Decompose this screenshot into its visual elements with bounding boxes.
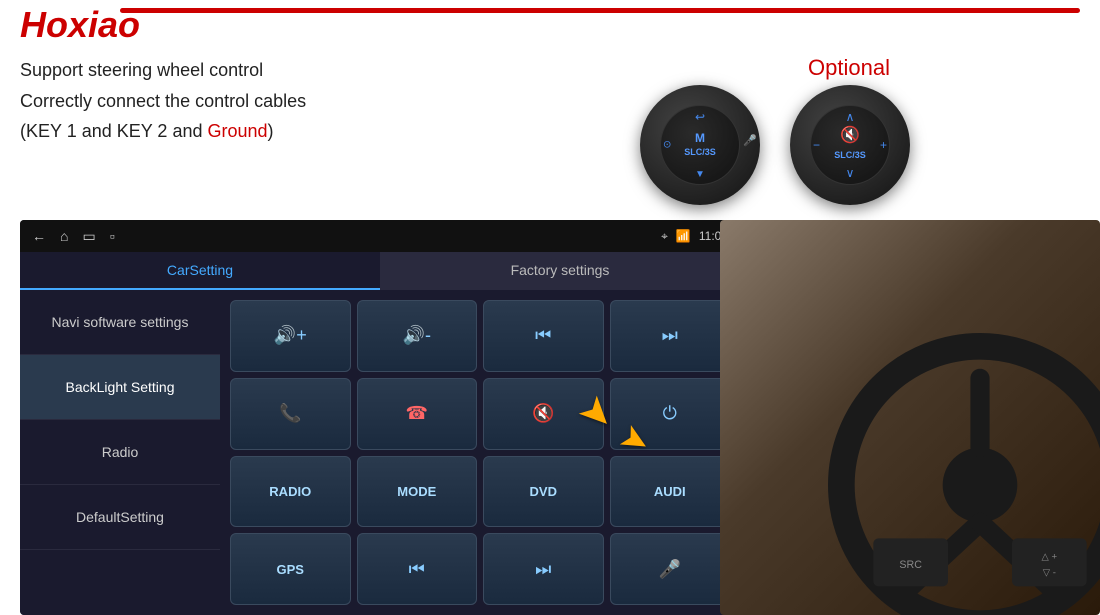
status-right: ⌖ 📶 11:07	[661, 229, 728, 244]
desc-line2: Correctly connect the control cables	[20, 86, 306, 117]
desc-line3-highlight: Ground	[207, 121, 267, 141]
steering-wheel-bg: SRC △ + ▽ -	[720, 220, 1100, 615]
hangup-btn[interactable]: ☎	[357, 378, 478, 450]
desc-line3: (KEY 1 and KEY 2 and Ground)	[20, 116, 306, 147]
svg-text:SRC: SRC	[899, 559, 922, 571]
call-btn[interactable]: 📞	[230, 378, 351, 450]
settings-item-default[interactable]: DefaultSetting	[20, 485, 220, 550]
optional-label: Optional	[808, 55, 890, 81]
ff-btn[interactable]: ⏭	[483, 533, 604, 605]
right-btn-right-icon: +	[880, 138, 887, 152]
right-btn-top-icon: ∧	[846, 110, 855, 124]
controls-grid: 🔊+ 🔊- ⏮ ⏭ 📞 ☎ 🔇 ⏻ RADIO MODE DVD AUDI GP…	[220, 290, 740, 615]
svg-text:▽ -: ▽ -	[1043, 568, 1056, 579]
left-btn-left-icon: ⊙	[663, 140, 671, 151]
menu-icon[interactable]: ▫	[110, 228, 115, 244]
desc-line3-post: )	[268, 121, 274, 141]
next-btn[interactable]: ⏭	[610, 300, 731, 372]
top-bar	[120, 8, 1080, 13]
description-block: Support steering wheel control Correctly…	[20, 55, 306, 147]
car-tabs: CarSetting Factory settings	[20, 252, 740, 290]
right-btn-bottom-icon: ∨	[846, 166, 855, 180]
vol-up-btn[interactable]: 🔊+	[230, 300, 351, 372]
steering-btn-right: ∧ 🔇SLC/3S ∨ − +	[790, 85, 910, 205]
gps-btn[interactable]: GPS	[230, 533, 351, 605]
rew-btn[interactable]: ⏮	[357, 533, 478, 605]
vol-down-btn[interactable]: 🔊-	[357, 300, 478, 372]
svg-text:△ +: △ +	[1042, 552, 1058, 563]
right-btn-center: 🔇SLC/3S	[834, 127, 866, 162]
gps-icon: ⌖	[661, 229, 668, 244]
btn-inner-right: ∧ 🔇SLC/3S ∨ − +	[810, 105, 890, 185]
left-btn-right-icon: 🎤	[743, 134, 757, 147]
mode-btn[interactable]: MODE	[357, 456, 478, 528]
back-icon[interactable]: ←	[32, 228, 46, 244]
right-btn-left-icon: −	[813, 138, 820, 152]
phone-icon: 📶	[676, 229, 691, 243]
recent-icon[interactable]: ▭	[82, 228, 95, 245]
left-btn-center: MSLC/3S	[684, 132, 716, 158]
dvd-btn[interactable]: DVD	[483, 456, 604, 528]
nav-icons: ← ⌂ ▭ ▫	[32, 228, 115, 245]
logo: Hoxiao	[20, 4, 140, 46]
home-icon[interactable]: ⌂	[60, 228, 68, 244]
desc-line3-pre: (KEY 1 and KEY 2 and	[20, 121, 207, 141]
steering-wheel-svg: SRC △ + ▽ -	[820, 325, 1100, 615]
btn-inner-left: ↩ MSLC/3S ▼ ⊙ 🎤	[660, 105, 740, 185]
mic-btn[interactable]: 🎤	[610, 533, 731, 605]
settings-list: Navi software settings BackLight Setting…	[20, 290, 220, 615]
steering-btn-left: ↩ MSLC/3S ▼ ⊙ 🎤	[640, 85, 760, 205]
android-statusbar: ← ⌂ ▭ ▫ ⌖ 📶 11:07	[20, 220, 740, 252]
radio-btn[interactable]: RADIO	[230, 456, 351, 528]
prev-btn[interactable]: ⏮	[483, 300, 604, 372]
settings-item-navi[interactable]: Navi software settings	[20, 290, 220, 355]
tab-car-setting[interactable]: CarSetting	[20, 252, 380, 290]
desc-line1: Support steering wheel control	[20, 55, 306, 86]
settings-item-backlight[interactable]: BackLight Setting	[20, 355, 220, 420]
left-btn-top-icon: ↩	[695, 110, 705, 124]
left-btn-bottom-icon: ▼	[695, 169, 705, 180]
settings-item-radio[interactable]: Radio	[20, 420, 220, 485]
audio-btn[interactable]: AUDI	[610, 456, 731, 528]
tab-factory-settings[interactable]: Factory settings	[380, 252, 740, 290]
